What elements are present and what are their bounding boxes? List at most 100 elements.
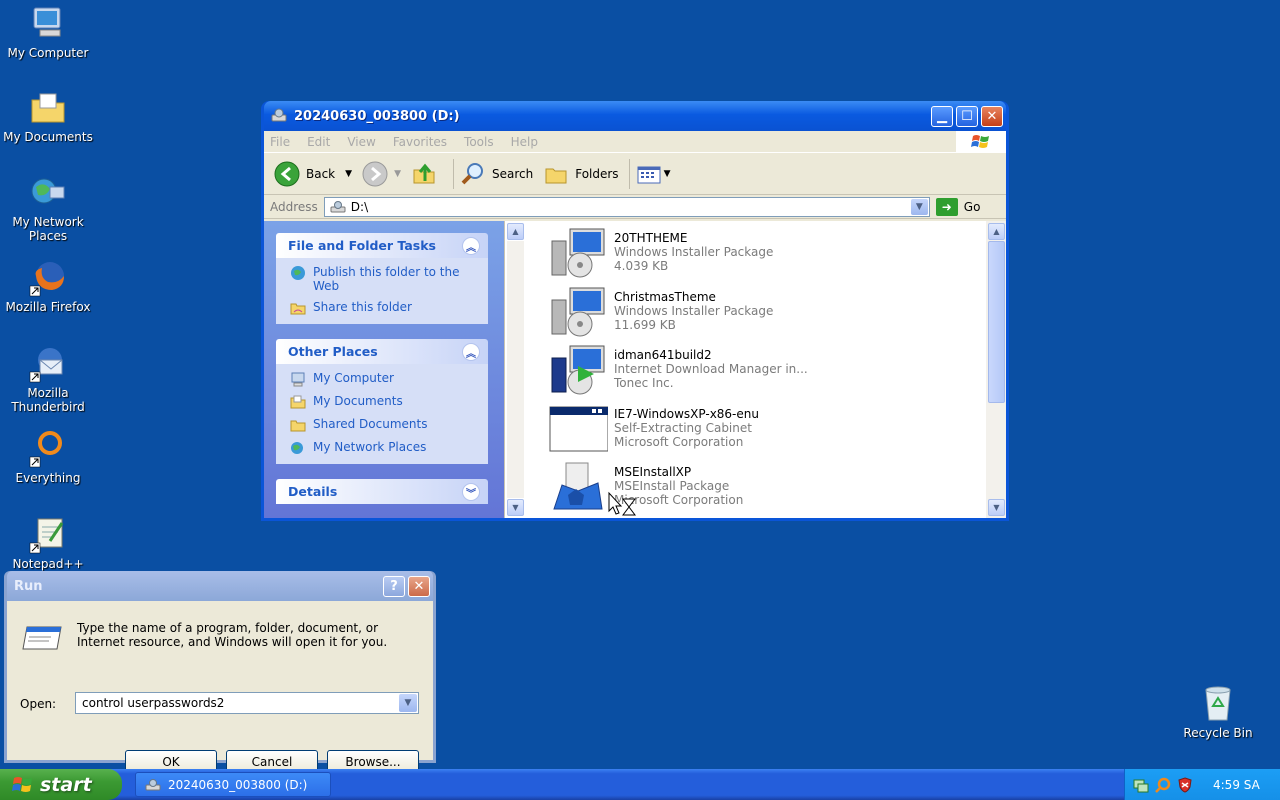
menu-favorites[interactable]: Favorites bbox=[393, 135, 447, 149]
place-link-my-documents[interactable]: My Documents bbox=[290, 394, 478, 410]
publish-folder-link[interactable]: Publish this folder to the Web bbox=[290, 265, 478, 293]
views-dropdown-icon[interactable]: ▼ bbox=[664, 169, 671, 179]
scroll-up-button[interactable]: ▲ bbox=[988, 223, 1005, 240]
address-bar: Address D:\ ▼ ➜ Go bbox=[264, 195, 1006, 219]
file-item[interactable]: IE7-WindowsXP-x86-enu Self-Extracting Ca… bbox=[548, 403, 1006, 462]
windows-flag-icon bbox=[12, 776, 32, 792]
desktop-icon-my-computer[interactable]: My Computer bbox=[0, 4, 96, 60]
desktop-icon-firefox[interactable]: Mozilla Firefox bbox=[0, 258, 96, 314]
scroll-down-button[interactable]: ▼ bbox=[988, 499, 1005, 516]
desktop-icon-network-places[interactable]: My Network Places bbox=[0, 173, 96, 243]
file-name: IE7-WindowsXP-x86-enu bbox=[614, 406, 759, 421]
place-link-shared-documents[interactable]: Shared Documents bbox=[290, 417, 478, 433]
task-pane-scrollbar[interactable]: ▲ ▼ bbox=[504, 221, 524, 518]
scroll-down-button[interactable]: ▼ bbox=[507, 499, 524, 516]
folders-button[interactable]: Folders bbox=[543, 161, 619, 187]
run-titlebar[interactable]: Run ? ✕ bbox=[7, 571, 433, 601]
menu-file[interactable]: File bbox=[270, 135, 290, 149]
up-folder-icon bbox=[413, 163, 435, 183]
menu-view[interactable]: View bbox=[347, 135, 375, 149]
desktop-icon-recycle-bin[interactable]: Recycle Bin bbox=[1170, 684, 1266, 740]
globe-icon bbox=[291, 266, 305, 280]
go-arrow-icon: ➜ bbox=[935, 197, 958, 216]
recycle-bin-icon bbox=[1205, 686, 1231, 721]
drive-icon bbox=[145, 778, 161, 790]
scroll-up-button[interactable]: ▲ bbox=[507, 223, 524, 240]
desktop-icon-my-documents[interactable]: My Documents bbox=[0, 88, 96, 144]
file-folder-tasks-header[interactable]: File and Folder Tasks ︽ bbox=[276, 233, 488, 258]
my-computer-icon bbox=[33, 7, 61, 37]
scroll-track[interactable] bbox=[507, 241, 524, 498]
thunderbird-icon bbox=[29, 348, 63, 383]
file-company: Microsoft Corporation bbox=[614, 434, 744, 449]
open-value: control userpasswords2 bbox=[82, 696, 225, 710]
file-type: Windows Installer Package bbox=[614, 245, 774, 259]
file-size: 4.039 KB bbox=[614, 259, 669, 273]
file-list-scrollbar[interactable]: ▲ ▼ bbox=[986, 221, 1006, 518]
file-item[interactable]: ChristmasTheme Windows Installer Package… bbox=[548, 286, 1006, 345]
close-button[interactable]: ✕ bbox=[408, 575, 430, 597]
address-dropdown-button[interactable]: ▼ bbox=[910, 198, 928, 215]
msi-package-icon bbox=[551, 287, 605, 336]
place-link-my-computer[interactable]: My Computer bbox=[290, 371, 478, 387]
run-body: Type the name of a program, folder, docu… bbox=[7, 601, 433, 773]
explorer-window: 20240630_003800 (D:) ▁ ☐ ✕ File Edit Vie… bbox=[261, 101, 1009, 521]
other-places-header[interactable]: Other Places ︽ bbox=[276, 339, 488, 364]
views-button[interactable]: ▼ bbox=[636, 161, 671, 187]
file-item[interactable]: 20THTHEME Windows Installer Package 4.03… bbox=[548, 227, 1006, 286]
collapse-chevron-icon[interactable]: ︽ bbox=[462, 343, 480, 361]
menu-bar: File Edit View Favorites Tools Help bbox=[264, 130, 1006, 153]
file-size: 11.699 KB bbox=[614, 317, 676, 332]
share-folder-link[interactable]: Share this folder bbox=[290, 300, 478, 316]
open-dropdown-button[interactable]: ▼ bbox=[399, 694, 417, 712]
address-value: D:\ bbox=[350, 199, 369, 214]
up-folder-button[interactable] bbox=[411, 161, 443, 187]
desktop-icon-notepadpp[interactable]: Notepad++ bbox=[0, 515, 96, 571]
open-combobox[interactable]: control userpasswords2 ▼ bbox=[75, 692, 419, 714]
address-input[interactable]: D:\ ▼ bbox=[323, 196, 930, 217]
desktop-icon-label: Mozilla Thunderbird bbox=[11, 386, 85, 414]
search-button[interactable]: Search bbox=[460, 161, 533, 187]
file-type: Windows Installer Package bbox=[614, 303, 774, 318]
busy-cursor-icon bbox=[608, 491, 636, 516]
start-button[interactable]: start bbox=[0, 769, 122, 800]
back-button[interactable]: Back ▼ bbox=[274, 161, 352, 187]
close-icon: ✕ bbox=[986, 108, 998, 124]
search-tray-icon[interactable] bbox=[1155, 777, 1171, 793]
help-button[interactable]: ? bbox=[383, 575, 405, 597]
open-label: Open: bbox=[20, 697, 57, 711]
desktop-icon-label: My Computer bbox=[7, 46, 89, 60]
link-label: Publish this folder to the Web bbox=[313, 265, 460, 293]
file-item[interactable]: idman641build2 Internet Download Manager… bbox=[548, 344, 1006, 403]
forward-dropdown-icon[interactable]: ▼ bbox=[394, 169, 401, 179]
desktop-icon-label: My Documents bbox=[3, 130, 93, 144]
maximize-button[interactable]: ☐ bbox=[956, 105, 978, 127]
scroll-thumb[interactable] bbox=[988, 241, 1005, 403]
close-button[interactable]: ✕ bbox=[981, 105, 1003, 127]
taskbar-window-button[interactable]: 20240630_003800 (D:) bbox=[135, 772, 331, 797]
task-pane: File and Folder Tasks ︽ Publish this fol… bbox=[264, 221, 504, 518]
expand-chevron-icon[interactable]: ︾ bbox=[462, 483, 480, 501]
explorer-titlebar[interactable]: 20240630_003800 (D:) ▁ ☐ ✕ bbox=[264, 101, 1006, 131]
scroll-up-icon: ▲ bbox=[512, 227, 519, 236]
desktop-icon-everything[interactable]: Everything bbox=[0, 429, 96, 485]
details-header[interactable]: Details ︾ bbox=[276, 479, 488, 504]
panel-body: My Computer My Documents Shared Document… bbox=[276, 364, 488, 464]
collapse-chevron-icon[interactable]: ︽ bbox=[462, 237, 480, 255]
place-link-network-places[interactable]: My Network Places bbox=[290, 440, 478, 456]
desktop-icon-thunderbird[interactable]: Mozilla Thunderbird bbox=[0, 344, 96, 414]
forward-button[interactable]: ▼ bbox=[362, 161, 401, 187]
taskbar: start 20240630_003800 (D:) 4:59 SA bbox=[0, 769, 1280, 800]
security-shield-icon[interactable] bbox=[1177, 776, 1193, 793]
menu-help[interactable]: Help bbox=[511, 135, 538, 149]
panel-title: Details bbox=[288, 484, 338, 499]
scroll-down-icon: ▼ bbox=[512, 503, 519, 512]
network-tray-icon[interactable] bbox=[1133, 777, 1149, 793]
minimize-button[interactable]: ▁ bbox=[931, 105, 953, 127]
menu-edit[interactable]: Edit bbox=[307, 135, 330, 149]
go-button[interactable]: ➜ Go bbox=[935, 197, 980, 216]
search-label: Search bbox=[491, 166, 534, 181]
menu-tools[interactable]: Tools bbox=[464, 135, 494, 149]
network-places-icon bbox=[31, 178, 65, 204]
back-dropdown-icon[interactable]: ▼ bbox=[345, 169, 352, 179]
